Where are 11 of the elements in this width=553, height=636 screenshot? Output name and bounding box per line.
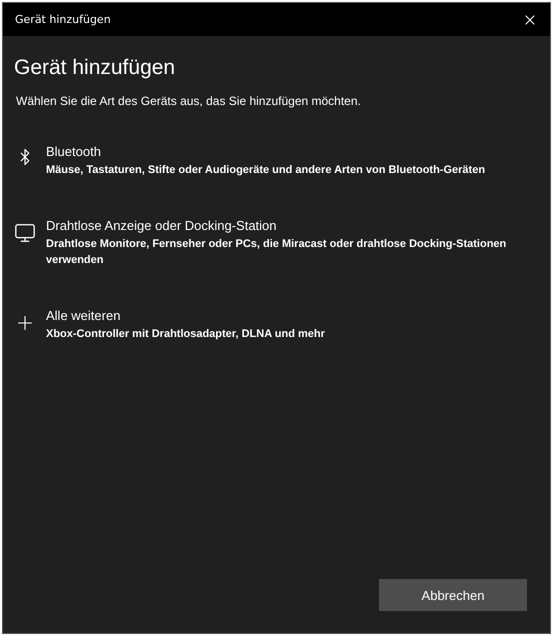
instruction-text: Wählen Sie die Art des Geräts aus, das Sie hinzufügen möchten. <box>16 94 362 108</box>
option-title[interactable]: Drahtlose Anzeige oder Docking-Station <box>46 218 538 233</box>
option-title[interactable]: Alle weiteren <box>46 308 325 323</box>
option-title[interactable]: Bluetooth <box>46 144 486 159</box>
option-description: Drahtlose Monitore, Fernseher oder PCs, die Miracast oder drahtlose Docking-Stationen verwenden <box>46 237 508 268</box>
window-title: Gerät hinzufügen <box>15 13 111 26</box>
option-description: Mäuse, Tastaturen, Stifte oder Audiogeräte und andere Arten von Bluetooth-Geräten <box>46 163 486 178</box>
dialog-heading: Gerät hinzufügen <box>14 56 176 80</box>
cancel-button[interactable]: Abbrechen <box>379 579 527 611</box>
monitor-icon <box>14 222 36 244</box>
option-description: Xbox-Controller mit Drahtlosadapter, DLNA und mehr <box>46 327 325 342</box>
